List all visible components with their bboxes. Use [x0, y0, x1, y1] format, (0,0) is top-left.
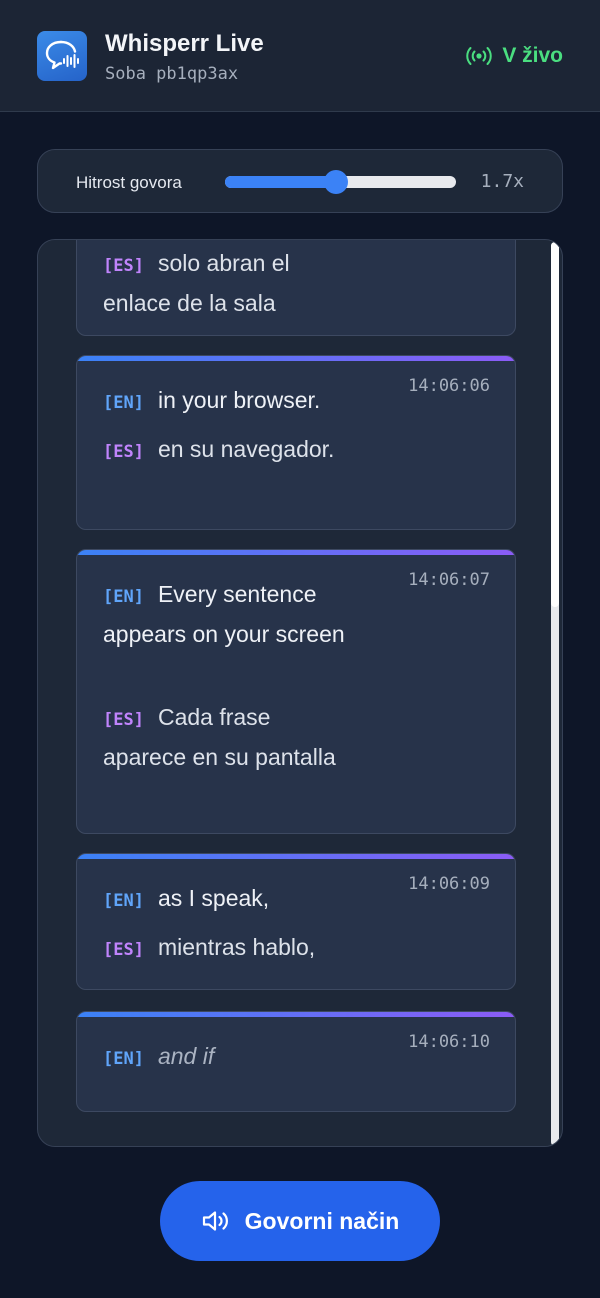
translation-line-es: [ES] Cada frase aparece en su pantalla — [103, 699, 353, 776]
card-timestamp: 14:06:06 — [408, 376, 490, 396]
translation-line-es: [ES] solo abran el enlace de la sala — [103, 245, 353, 322]
card-accent-bar — [77, 1012, 515, 1017]
card-accent-bar — [77, 854, 515, 859]
transcript-card: 14:06:07 [EN] Every sentence appears on y… — [76, 549, 516, 834]
lang-tag-es: [ES] — [103, 256, 144, 276]
live-status: V živo — [466, 44, 563, 68]
source-line-en: [EN] Every sentence appears on your scree… — [103, 576, 353, 653]
transcript-card: [ES] solo abran el enlace de la sala — [76, 240, 516, 336]
card-timestamp: 14:06:07 — [408, 570, 490, 590]
translation-line-es: [ES] en su navegador. — [103, 431, 353, 471]
source-line-en: [EN] in your browser. — [103, 382, 353, 422]
feed-scrollbar[interactable] — [551, 242, 559, 1146]
live-status-label: V živo — [502, 44, 563, 67]
app-header: Whisperr Live Soba pb1qp3ax V živo — [0, 0, 600, 112]
source-text: as I speak, — [157, 885, 270, 911]
slider-thumb[interactable] — [324, 170, 348, 194]
broadcast-icon — [466, 47, 492, 65]
lang-tag-en: [EN] — [103, 891, 144, 911]
speech-speed-panel: Hitrost govora 1.7x — [37, 149, 563, 213]
speaking-mode-button[interactable]: Govorni način — [160, 1181, 440, 1261]
speech-speed-label: Hitrost govora — [76, 173, 182, 192]
lang-tag-es: [ES] — [103, 710, 144, 730]
speech-speed-slider[interactable] — [225, 170, 456, 194]
scrollbar-thumb[interactable] — [551, 242, 559, 607]
app-title: Whisperr Live — [105, 30, 264, 57]
lang-tag-en: [EN] — [103, 587, 144, 607]
source-text: in your browser. — [157, 387, 321, 413]
room-id: Soba pb1qp3ax — [105, 64, 239, 84]
transcript-card-pending: 14:06:10 [EN] and if — [76, 1011, 516, 1112]
source-text-pending: and if — [157, 1043, 215, 1069]
lang-tag-en: [EN] — [103, 393, 144, 413]
slider-fill — [225, 176, 336, 188]
transcript-feed[interactable]: [ES] solo abran el enlace de la sala 14:0… — [37, 239, 563, 1147]
speaker-icon — [202, 1211, 228, 1231]
translation-text: mientras hablo, — [157, 934, 316, 960]
transcript-card: 14:06:06 [EN] in your browser. [ES] en su … — [76, 355, 516, 530]
translation-line-es: [ES] mientras hablo, — [103, 929, 353, 969]
translation-text: en su navegador. — [157, 436, 335, 462]
lang-tag-es: [ES] — [103, 442, 144, 462]
lang-tag-es: [ES] — [103, 940, 144, 960]
chat-bubble-waveform-icon — [37, 31, 87, 81]
card-accent-bar — [77, 356, 515, 361]
card-timestamp: 14:06:09 — [408, 874, 490, 894]
card-timestamp: 14:06:10 — [408, 1032, 490, 1052]
card-accent-bar — [77, 550, 515, 555]
source-line-en: [EN] as I speak, — [103, 880, 353, 920]
speaking-mode-label: Govorni način — [244, 1207, 400, 1234]
source-line-en: [EN] and if — [103, 1038, 353, 1078]
lang-tag-en: [EN] — [103, 1049, 144, 1069]
transcript-card: 14:06:09 [EN] as I speak, [ES] mientras ha… — [76, 853, 516, 990]
speech-speed-value: 1.7x — [480, 171, 524, 192]
